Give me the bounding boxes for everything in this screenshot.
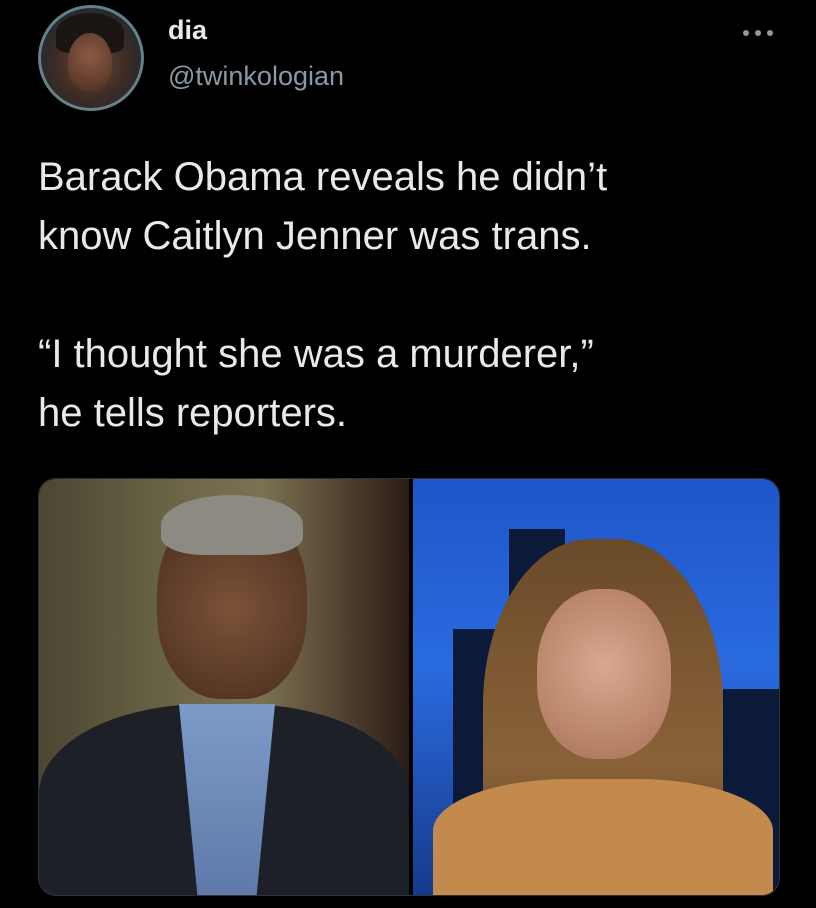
tweet: dia @twinkologian Barack Obama reveals h… bbox=[0, 0, 816, 908]
tweet-text: Barack Obama reveals he didn’t know Cait… bbox=[38, 148, 798, 443]
media-grid[interactable] bbox=[38, 478, 780, 896]
more-dot bbox=[743, 30, 749, 36]
tweet-line: “I thought she was a murderer,” bbox=[38, 332, 594, 376]
display-name[interactable]: dia bbox=[168, 15, 207, 46]
tweet-line: know Caitlyn Jenner was trans. bbox=[38, 214, 592, 258]
more-dot bbox=[755, 30, 761, 36]
more-horizontal-icon[interactable] bbox=[738, 23, 778, 43]
tweet-line: Barack Obama reveals he didn’t bbox=[38, 155, 608, 199]
tweet-line: he tells reporters. bbox=[38, 391, 348, 435]
avatar-ring bbox=[38, 5, 144, 111]
photo-right-face bbox=[537, 589, 671, 759]
photo-right-top bbox=[433, 779, 773, 895]
user-handle[interactable]: @twinkologian bbox=[168, 61, 344, 92]
photo-left-hair bbox=[161, 495, 303, 555]
photo-left[interactable] bbox=[39, 479, 409, 895]
avatar[interactable] bbox=[38, 5, 144, 111]
photo-right[interactable] bbox=[413, 479, 779, 895]
more-dot bbox=[767, 30, 773, 36]
